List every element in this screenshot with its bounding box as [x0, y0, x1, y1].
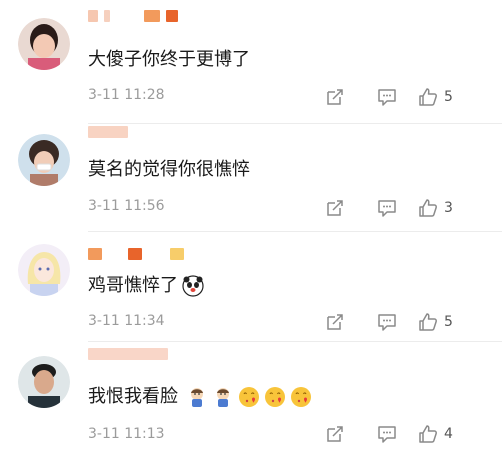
comment-text-label: 莫名的觉得你很憔悴 [88, 159, 250, 180]
avatar[interactable] [18, 356, 70, 408]
heart-kiss-face-icon [264, 386, 286, 408]
comment-item: 大傻子你终于更博了 3-11 11:28 5 [0, 0, 502, 124]
username-redacted[interactable] [88, 346, 168, 362]
like-button[interactable]: 3 [418, 196, 453, 220]
comment-text: 莫名的觉得你很憔悴 [88, 158, 250, 182]
comment-actions: 4 [322, 422, 502, 446]
like-button[interactable]: 5 [418, 310, 453, 334]
share-icon [325, 87, 345, 107]
comment-actions: 5 [322, 85, 502, 109]
comment-icon [377, 312, 397, 332]
avatar[interactable] [18, 18, 70, 70]
reply-button[interactable] [377, 310, 397, 334]
reply-button[interactable] [377, 196, 397, 220]
comment-actions: 5 [322, 310, 502, 334]
avatar[interactable] [18, 244, 70, 296]
share-button[interactable] [325, 422, 345, 446]
comment-icon [377, 198, 397, 218]
comment-item: 我恨我看脸 3-11 11:13 4 [0, 342, 502, 454]
comment-text-label: 我恨我看脸 [88, 386, 178, 407]
panda-icon [182, 275, 204, 297]
like-count: 3 [444, 200, 453, 216]
comment-icon [377, 87, 397, 107]
share-button[interactable] [325, 85, 345, 109]
comment-time: 3-11 11:56 [88, 198, 165, 214]
comment-item: 莫名的觉得你很憔悴 3-11 11:56 3 [0, 124, 502, 232]
comment-text: 鸡哥憔悴了 [88, 274, 204, 298]
like-button[interactable]: 5 [418, 85, 453, 109]
comment-text: 我恨我看脸 [88, 385, 312, 409]
like-button[interactable]: 4 [418, 422, 453, 446]
comment-text-label: 鸡哥憔悴了 [88, 275, 178, 296]
comment-actions: 3 [322, 196, 502, 220]
comment-text-label: 大傻子你终于更博了 [88, 49, 250, 70]
share-button[interactable] [325, 196, 345, 220]
share-button[interactable] [325, 310, 345, 334]
username-redacted[interactable] [88, 124, 128, 140]
sad-baby-icon [212, 386, 234, 408]
comment-list: 大傻子你终于更博了 3-11 11:28 5 莫名的觉得你很憔悴 3-11 11… [0, 0, 502, 454]
thumbs-up-icon [418, 424, 438, 444]
like-count: 5 [444, 89, 453, 105]
comment-icon [377, 424, 397, 444]
comment-time: 3-11 11:13 [88, 426, 165, 442]
reply-button[interactable] [377, 422, 397, 446]
heart-kiss-face-icon [238, 386, 260, 408]
like-count: 4 [444, 426, 453, 442]
share-icon [325, 198, 345, 218]
reply-button[interactable] [377, 85, 397, 109]
sad-baby-icon [186, 386, 208, 408]
thumbs-up-icon [418, 312, 438, 332]
heart-kiss-face-icon [290, 386, 312, 408]
comment-text: 大傻子你终于更博了 [88, 48, 250, 72]
username-redacted[interactable] [88, 8, 178, 24]
thumbs-up-icon [418, 198, 438, 218]
comment-item: 鸡哥憔悴了 3-11 11:34 5 [0, 232, 502, 342]
comment-time: 3-11 11:34 [88, 313, 165, 329]
share-icon [325, 312, 345, 332]
avatar[interactable] [18, 134, 70, 186]
username-redacted[interactable] [88, 246, 184, 262]
like-count: 5 [444, 314, 453, 330]
share-icon [325, 424, 345, 444]
comment-time: 3-11 11:28 [88, 87, 165, 103]
thumbs-up-icon [418, 87, 438, 107]
